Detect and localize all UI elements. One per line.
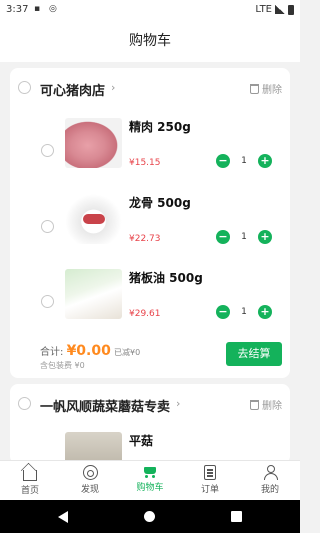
tab-home[interactable]: 首页 [0, 461, 60, 500]
trash-icon [250, 399, 259, 410]
tab-discover[interactable]: 发现 [60, 461, 120, 500]
quantity-stepper: − 1 + [216, 154, 272, 168]
profile-icon [263, 465, 278, 480]
battery-icon [288, 4, 294, 15]
total-summary: 合计: ¥0.00 已减¥0 [40, 343, 140, 359]
item-price: ¥22.73 [129, 234, 161, 244]
order-icon [204, 465, 216, 480]
store-name[interactable]: 可心猪肉店 [40, 80, 105, 99]
tab-label: 首页 [20, 486, 39, 496]
bottom-tab-bar: 首页 发现 购物车 订单 我的 [0, 460, 300, 500]
network-type: LTE [255, 4, 272, 15]
store-select-radio[interactable] [18, 81, 31, 94]
store-name[interactable]: 一帆风顺蔬菜蘑菇专卖 [40, 396, 170, 415]
tab-orders[interactable]: 订单 [180, 461, 240, 500]
checkout-button[interactable]: 去结算 [226, 342, 282, 366]
home-circle-icon[interactable] [144, 511, 155, 522]
total-amount: ¥0.00 [66, 343, 111, 359]
status-right: LTE [255, 4, 294, 15]
cart-item: 精肉 250g ¥15.15 − 1 + [10, 118, 290, 198]
item-name[interactable]: 平菇 [129, 432, 153, 449]
tab-label: 订单 [200, 485, 219, 495]
quantity-stepper: − 1 + [216, 305, 272, 319]
item-select-radio[interactable] [41, 144, 54, 157]
chevron-right-icon[interactable]: › [176, 397, 180, 410]
increase-button[interactable]: + [258, 230, 272, 244]
item-name[interactable]: 精肉 250g [129, 118, 191, 135]
item-name[interactable]: 猪板油 500g [129, 269, 203, 286]
delete-label: 删除 [262, 85, 282, 96]
discount-text: 已减¥0 [114, 348, 141, 357]
signal-icon [275, 5, 285, 14]
quantity-value: 1 [241, 156, 247, 166]
increase-button[interactable]: + [258, 305, 272, 319]
pork-spine-image[interactable] [65, 194, 122, 244]
tab-label: 购物车 [136, 483, 164, 493]
store-select-radio[interactable] [18, 397, 31, 410]
pork-fat-image[interactable] [65, 269, 122, 319]
discover-icon [82, 465, 98, 480]
tab-label: 发现 [80, 485, 99, 495]
status-bar: 3:37 ▪ ◎ LTE [0, 0, 300, 20]
increase-button[interactable]: + [258, 154, 272, 168]
lean-pork-image[interactable] [65, 118, 122, 168]
chevron-right-icon[interactable]: › [111, 81, 115, 94]
store-card: 一帆风顺蔬菜蘑菇专卖 › 删除 平菇 [10, 384, 290, 464]
delete-button[interactable]: 删除 [250, 397, 282, 412]
quantity-value: 1 [241, 232, 247, 242]
trash-icon [250, 83, 259, 94]
item-price: ¥15.15 [129, 158, 161, 168]
back-icon[interactable] [58, 511, 68, 523]
notification-icons: ▪ ◎ [34, 4, 60, 14]
total-label: 合计: [40, 347, 64, 358]
quantity-value: 1 [241, 307, 247, 317]
decrease-button[interactable]: − [216, 305, 230, 319]
status-time: 3:37 [6, 4, 29, 15]
tab-label: 我的 [260, 485, 279, 495]
quantity-stepper: − 1 + [216, 230, 272, 244]
tab-cart[interactable]: 购物车 [120, 461, 180, 500]
system-nav-bar [0, 500, 300, 533]
delete-label: 删除 [262, 401, 282, 412]
home-icon [23, 470, 37, 481]
recent-apps-icon[interactable] [231, 511, 242, 522]
item-price: ¥29.61 [129, 309, 161, 319]
cart-item: 龙骨 500g ¥22.73 − 1 + [10, 194, 290, 274]
decrease-button[interactable]: − [216, 154, 230, 168]
packaging-fee: 含包装费 ¥0 [40, 361, 85, 370]
store-card: 可心猪肉店 › 删除 精肉 250g ¥15.15 − 1 + 龙骨 500g … [10, 68, 290, 378]
item-select-radio[interactable] [41, 220, 54, 233]
decrease-button[interactable]: − [216, 230, 230, 244]
delete-button[interactable]: 删除 [250, 81, 282, 96]
item-select-radio[interactable] [41, 295, 54, 308]
cart-icon [142, 465, 158, 478]
tab-profile[interactable]: 我的 [240, 461, 300, 500]
page-title: 购物车 [0, 20, 300, 62]
item-name[interactable]: 龙骨 500g [129, 194, 191, 211]
cart-item: 猪板油 500g ¥29.61 − 1 + [10, 269, 290, 349]
